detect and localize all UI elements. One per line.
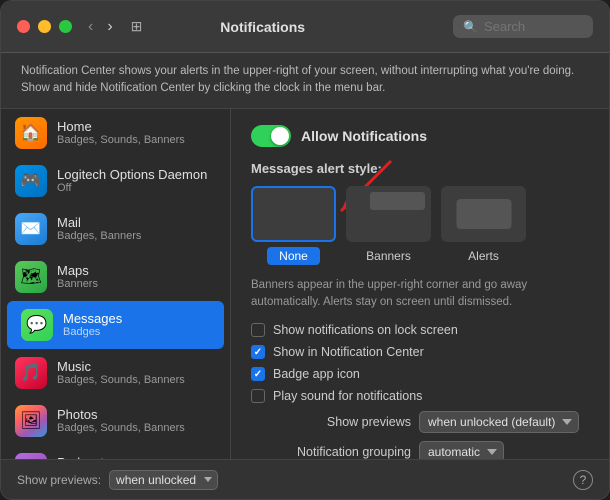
banner-description: Banners appear in the upper-right corner… [251,277,589,312]
lock-screen-label: Show notifications on lock screen [273,323,458,337]
help-icon: ? [580,473,587,487]
alerts-preview [441,186,526,242]
checkbox-play-sound[interactable]: Play sound for notifications [251,389,589,403]
play-sound-label: Play sound for notifications [273,389,422,403]
window-title: Notifications [72,19,453,35]
badge-app-checkbox[interactable] [251,367,265,381]
messages-sub: Badges [63,326,210,338]
mail-sub: Badges, Banners [57,230,216,242]
notification-grouping-select[interactable]: automatic by app off [419,441,504,459]
traffic-lights [17,20,72,33]
none-preview [251,186,336,242]
home-sub: Badges, Sounds, Banners [57,134,216,146]
home-name: Home [57,119,216,134]
maps-name: Maps [57,263,216,278]
alert-option-alerts[interactable]: Alerts [441,186,526,265]
logitech-icon: 🎮 [15,165,47,197]
description-bar: Notification Center shows your alerts in… [1,53,609,109]
checkbox-notification-center[interactable]: Show in Notification Center [251,345,589,359]
alerts-label: Alerts [456,247,511,265]
music-icon: 🎵 [15,357,47,389]
sidebar-item-messages[interactable]: 💬 MessagesBadges [7,301,224,349]
search-input[interactable] [484,19,584,34]
play-sound-checkbox[interactable] [251,389,265,403]
sidebar-item-photos[interactable]: 🖼 PhotosBadges, Sounds, Banners [1,397,230,445]
banners-label: Banners [354,247,423,265]
maps-icon: 🗺 [15,261,47,293]
alert-preview-element [456,199,511,229]
music-name: Music [57,359,216,374]
bottom-show-previews-label: Show previews: [17,473,101,487]
show-previews-select[interactable]: when unlocked (default) always never [419,411,579,433]
sidebar-item-logitech[interactable]: 🎮 Logitech Options DaemonOff [1,157,230,205]
notification-grouping-label: Notification grouping [251,445,411,459]
banner-preview-element [370,192,425,210]
allow-notifications-toggle[interactable] [251,125,291,147]
show-previews-label: Show previews [251,415,411,429]
main-window: ‹ › ⊞ Notifications 🔍 Notification Cente… [0,0,610,500]
sidebar-item-mail[interactable]: ✉️ MailBadges, Banners [1,205,230,253]
sidebar-item-home[interactable]: 🏠 HomeBadges, Sounds, Banners [1,109,230,157]
checkbox-badge-app[interactable]: Badge app icon [251,367,589,381]
banners-preview [346,186,431,242]
sidebar-item-music[interactable]: 🎵 MusicBadges, Sounds, Banners [1,349,230,397]
main-content: 🏠HomeBadges, Sounds, Banners🎮Logitech Op… [1,109,609,460]
photos-sub: Badges, Sounds, Banners [57,422,216,434]
checkbox-lock-screen[interactable]: Show notifications on lock screen [251,323,589,337]
sidebar-item-podcasts[interactable]: 🎙PodcastsSounds, Banners [1,445,230,460]
alert-option-none[interactable]: None [251,186,336,265]
help-button[interactable]: ? [573,470,593,490]
search-bar: 🔍 [453,15,593,38]
notification-center-label: Show in Notification Center [273,345,424,359]
show-previews-row: Show previews when unlocked (default) al… [251,411,589,433]
notification-grouping-row: Notification grouping automatic by app o… [251,441,589,459]
mail-icon: ✉️ [15,213,47,245]
sidebar-item-maps[interactable]: 🗺 MapsBanners [1,253,230,301]
allow-notifications-label: Allow Notifications [301,128,427,144]
search-icon: 🔍 [463,20,478,34]
alert-style-heading: Messages alert style: [251,161,589,176]
photos-icon: 🖼 [15,405,47,437]
lock-screen-checkbox[interactable] [251,323,265,337]
none-label: None [267,247,320,265]
alert-styles-container: None Banners Alerts [251,186,589,265]
close-button[interactable] [17,20,30,33]
messages-name: Messages [63,311,210,326]
notification-center-checkbox[interactable] [251,345,265,359]
home-icon: 🏠 [15,117,47,149]
badge-app-label: Badge app icon [273,367,360,381]
bottom-show-previews-select[interactable]: when unlocked always never [109,470,218,490]
music-sub: Badges, Sounds, Banners [57,374,216,386]
titlebar: ‹ › ⊞ Notifications 🔍 [1,1,609,53]
logitech-sub: Off [57,182,216,194]
minimize-button[interactable] [38,20,51,33]
photos-name: Photos [57,407,216,422]
description-text: Notification Center shows your alerts in… [21,65,574,94]
messages-icon: 💬 [21,309,53,341]
sidebar: 🏠HomeBadges, Sounds, Banners🎮Logitech Op… [1,109,231,460]
allow-notifications-row: Allow Notifications [251,125,589,147]
bottom-bar: Show previews: when unlocked always neve… [1,459,609,499]
maps-sub: Banners [57,278,216,290]
detail-panel: Allow Notifications Messages alert style… [231,109,609,460]
logitech-name: Logitech Options Daemon [57,167,216,182]
maximize-button[interactable] [59,20,72,33]
alert-option-banners[interactable]: Banners [346,186,431,265]
mail-name: Mail [57,215,216,230]
